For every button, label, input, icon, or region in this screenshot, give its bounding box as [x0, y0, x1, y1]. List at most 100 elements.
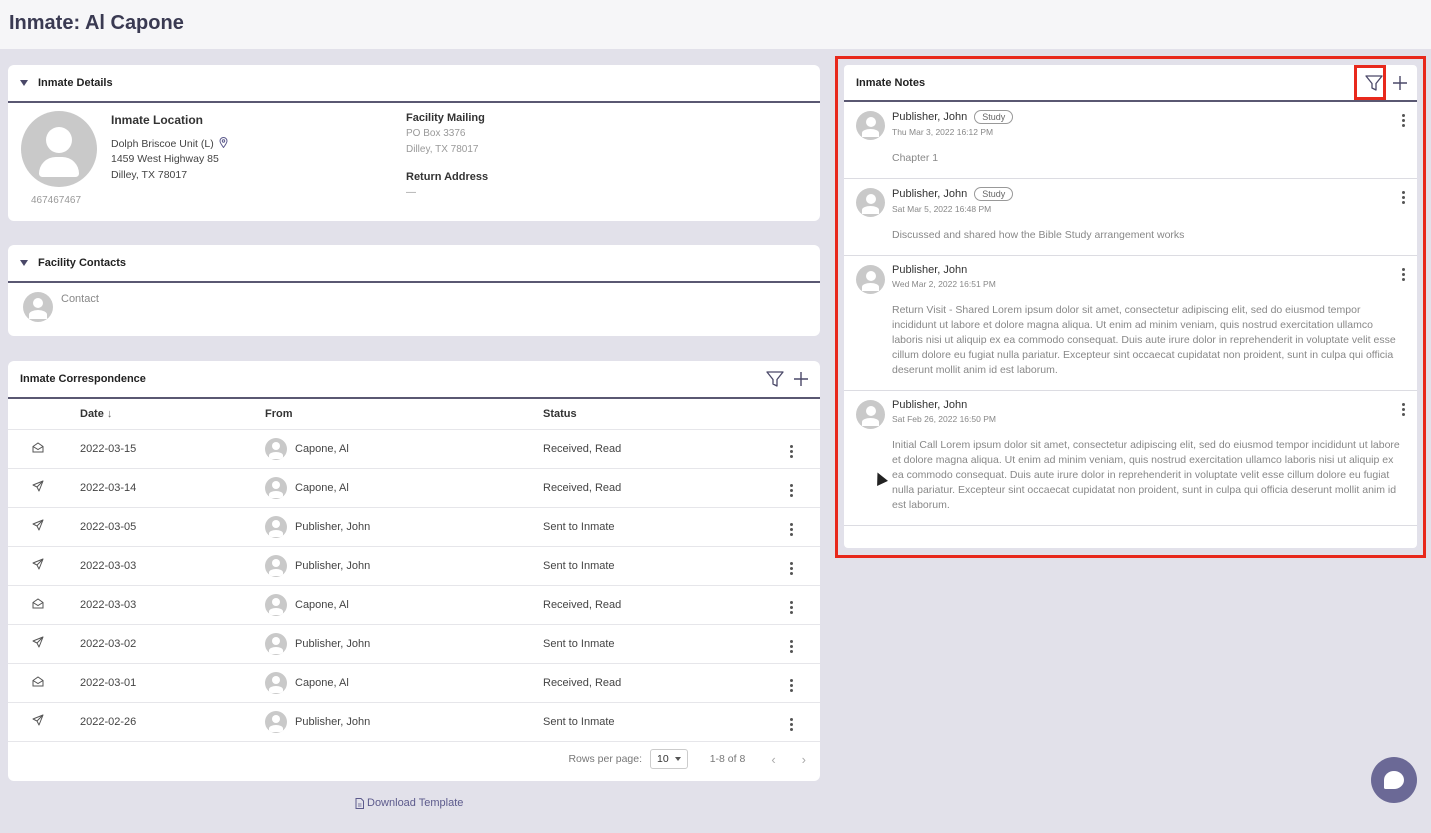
more-options-icon[interactable]: [1402, 403, 1405, 416]
inmate-id: 467467467: [31, 195, 82, 206]
row-date: 2022-03-05: [80, 507, 265, 547]
row-date: 2022-03-14: [80, 468, 265, 508]
row-date: 2022-03-15: [80, 429, 265, 469]
page-title: Inmate: Al Capone: [9, 12, 184, 34]
more-options-icon[interactable]: [790, 718, 793, 731]
row-date: 2022-03-03: [80, 546, 265, 586]
table-row[interactable]: 2022-02-26 Publisher, John Sent to Inmate: [8, 702, 820, 742]
prev-page-icon[interactable]: ‹: [771, 752, 775, 767]
inmate-details-card: Inmate Details 467467467 Inmate Location…: [8, 65, 820, 221]
send-icon: [32, 714, 44, 729]
user-avatar: [265, 476, 287, 499]
more-options-icon[interactable]: [1402, 114, 1405, 127]
table-row[interactable]: 2022-03-03 Capone, Al Received, Read: [8, 585, 820, 625]
more-options-icon[interactable]: [790, 523, 793, 536]
row-status: Received, Read: [543, 663, 790, 703]
column-date[interactable]: Date ↓: [80, 399, 265, 430]
facility-contacts-header[interactable]: Facility Contacts: [8, 245, 820, 283]
facility-link[interactable]: Dolph Briscoe Unit (L): [111, 137, 228, 150]
dropdown-arrow-icon: [674, 757, 681, 761]
more-options-icon[interactable]: [790, 640, 793, 653]
mailing-line-2: Dilley, TX 78017: [406, 144, 479, 155]
chat-icon: [1384, 771, 1404, 789]
more-options-icon[interactable]: [790, 679, 793, 692]
note-date: Thu Mar 3, 2022 16:12 PM: [892, 127, 994, 137]
note-tag-chip: Study: [974, 110, 1014, 124]
note-author-avatar: [856, 400, 885, 429]
download-template-link[interactable]: Download Template: [355, 797, 463, 809]
row-status: Received, Read: [543, 468, 790, 508]
inmate-details-title: Inmate Details: [38, 77, 113, 89]
address-line-1: 1459 West Highway 85: [111, 153, 219, 165]
filter-button-highlight: [1354, 65, 1386, 100]
note-body: Discussed and shared how the Bible Study…: [892, 229, 1185, 241]
note-date: Sat Feb 26, 2022 16:50 PM: [892, 414, 996, 424]
next-page-icon[interactable]: ›: [802, 752, 806, 767]
table-row[interactable]: 2022-03-05 Publisher, John Sent to Inmate: [8, 507, 820, 547]
row-status: Sent to Inmate: [543, 546, 790, 586]
row-status: Sent to Inmate: [543, 624, 790, 664]
table-row[interactable]: 2022-03-03 Publisher, John Sent to Inmate: [8, 546, 820, 586]
table-pagination: Rows per page: 10 1-8 of 8 ‹ ›: [8, 741, 820, 777]
envelope-open-icon: [32, 597, 44, 612]
note-tag-chip: Study: [974, 187, 1014, 201]
row-date: 2022-02-26: [80, 702, 265, 742]
row-from: Capone, Al: [265, 663, 543, 703]
plus-icon[interactable]: [794, 372, 808, 386]
more-options-icon[interactable]: [1402, 268, 1405, 281]
send-icon: [32, 636, 44, 651]
correspondence-table: Date ↓ From Status 2022-03-15 Capone, Al R…: [8, 399, 820, 742]
note-author-avatar: [856, 188, 885, 217]
column-status[interactable]: Status: [543, 399, 790, 430]
chat-button[interactable]: [1371, 757, 1417, 803]
note-body: Return Visit - Shared Lorem ipsum dolor …: [892, 304, 1396, 376]
facility-contacts-title: Facility Contacts: [38, 257, 127, 269]
address-line-2: Dilley, TX 78017: [111, 169, 188, 181]
correspondence-card: Inmate Correspondence Date ↓ From Status…: [8, 361, 820, 781]
row-status: Sent to Inmate: [543, 702, 790, 742]
row-from: Publisher, John: [265, 546, 543, 586]
note-author: Publisher, John: [892, 188, 968, 200]
facility-mailing-title: Facility Mailing: [406, 112, 485, 124]
note-date: Wed Mar 2, 2022 16:51 PM: [892, 279, 996, 289]
correspondence-title: Inmate Correspondence: [20, 373, 146, 385]
more-options-icon[interactable]: [790, 445, 793, 458]
page-range: 1-8 of 8: [709, 753, 746, 765]
inmate-details-header[interactable]: Inmate Details: [8, 65, 820, 103]
more-options-icon[interactable]: [1402, 191, 1405, 204]
user-avatar: [265, 632, 287, 655]
user-avatar: [265, 671, 287, 694]
note-author: Publisher, John: [892, 399, 968, 411]
facility-name: Dolph Briscoe Unit (L): [111, 138, 214, 150]
rows-per-page-select[interactable]: 10: [650, 749, 688, 769]
send-icon: [32, 480, 44, 495]
notes-plus-icon[interactable]: [1393, 75, 1407, 90]
inmate-avatar: [21, 111, 97, 187]
row-date: 2022-03-02: [80, 624, 265, 664]
caret-down-icon: [20, 80, 28, 86]
table-row[interactable]: 2022-03-14 Capone, Al Received, Read: [8, 468, 820, 508]
note-author: Publisher, John: [892, 111, 968, 123]
note-author-avatar: [856, 265, 885, 294]
facility-contacts-card: Facility Contacts Contact: [8, 245, 820, 336]
row-status: Received, Read: [543, 585, 790, 625]
row-from: Publisher, John: [265, 507, 543, 547]
row-status: Sent to Inmate: [543, 507, 790, 547]
note-date: Sat Mar 5, 2022 16:48 PM: [892, 204, 992, 214]
column-from[interactable]: From: [265, 399, 543, 430]
row-from: Capone, Al: [265, 585, 543, 625]
row-from: Publisher, John: [265, 702, 543, 742]
table-header-row: Date ↓ From Status: [8, 399, 820, 430]
inmate-notes-title: Inmate Notes: [856, 76, 926, 89]
more-options-icon[interactable]: [790, 601, 793, 614]
filter-icon[interactable]: [766, 371, 784, 387]
contact-avatar: [23, 292, 53, 322]
note-item: Publisher, John Wed Mar 2, 2022 16:51 PM R…: [844, 256, 1417, 391]
table-row[interactable]: 2022-03-02 Publisher, John Sent to Inmate: [8, 624, 820, 664]
more-options-icon[interactable]: [790, 562, 793, 575]
more-options-icon[interactable]: [790, 484, 793, 497]
note-author-avatar: [856, 111, 885, 140]
correspondence-header: Inmate Correspondence: [8, 361, 820, 399]
table-row[interactable]: 2022-03-15 Capone, Al Received, Read: [8, 429, 820, 469]
table-row[interactable]: 2022-03-01 Capone, Al Received, Read: [8, 663, 820, 703]
